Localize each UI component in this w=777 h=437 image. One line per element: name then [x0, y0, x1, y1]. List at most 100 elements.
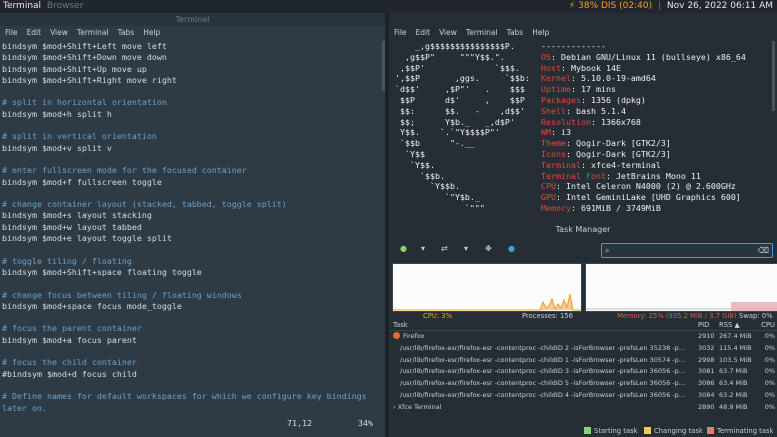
battery-icon: ⚡ — [568, 1, 576, 11]
task-rss: 63.7 MiB — [719, 367, 748, 376]
logo-line: `$$b "-.__ — [395, 138, 475, 149]
info-value: 1366x768 — [600, 116, 641, 127]
code-line: bindsym $mod+h split h — [2, 108, 112, 119]
search-field[interactable]: ⌕ ⌫ — [601, 243, 773, 258]
menu-item-view[interactable]: View — [50, 28, 68, 37]
debian-logo-ascii: _,g$$$$$$$$$$$$$$$P. ,g$$P" """Y$$.". ,$… — [395, 41, 530, 214]
search-input[interactable] — [616, 245, 746, 256]
menu-item-help[interactable]: Help — [532, 28, 549, 37]
info-row: GPU: Intel GeminiLake [UHD Graphics 600] — [541, 192, 746, 203]
info-row: Terminal Font: JetBrains Mono 11 — [541, 171, 746, 182]
code-line: bindsym $mod+Shift+Down move down — [2, 52, 167, 63]
legend-swatch — [707, 427, 714, 434]
logo-line: $$P d$' , $$P — [395, 94, 525, 105]
search-icon: ⌕ — [605, 246, 610, 255]
legend-label: Terminating task — [717, 427, 774, 435]
table-row[interactable]: /usr/lib/firefox-esr/firefox-esr -conten… — [389, 355, 777, 367]
crosshair-icon[interactable]: ✥ — [485, 244, 492, 253]
info-colon: : — [570, 202, 581, 213]
menu-item-file[interactable]: File — [394, 28, 407, 37]
info-row: CPU: Intel Celeron N4000 (2) @ 2.600GHz — [541, 181, 746, 192]
menu-item-terminal[interactable]: Terminal — [77, 28, 109, 37]
task-cpu: 0% — [764, 367, 775, 376]
table-row[interactable]: /usr/lib/firefox-esr/firefox-esr -conten… — [389, 366, 777, 378]
code-line: bindsym $mod+Shift+Right move right — [2, 74, 177, 85]
terminal-text[interactable]: bindsym $mod+Shift+Left move left bindsym… — [2, 41, 382, 414]
menu-item-edit[interactable]: Edit — [27, 28, 42, 37]
menu-item-file[interactable]: File — [5, 28, 18, 37]
table-row[interactable]: Firefox 2910 267.4 MiB 0% — [389, 331, 777, 343]
task-name: /usr/lib/firefox-esr/firefox-esr -conten… — [400, 343, 696, 355]
memory-graph-plot — [586, 302, 777, 311]
info-icon[interactable]: ● — [508, 244, 515, 253]
info-value: 5.10.0-19-amd64 — [580, 73, 656, 84]
comment-line: # split in vertical orientation — [2, 131, 157, 142]
info-key: Icons — [541, 148, 566, 159]
info-row: Resolution: 1366x768 — [541, 117, 746, 128]
menu-item-tabs[interactable]: Tabs — [118, 28, 135, 37]
column-cpu[interactable]: CPU — [761, 321, 775, 330]
table-row[interactable]: /usr/lib/firefox-esr/firefox-esr -conten… — [389, 390, 777, 402]
code-line: #bindsym $mod+d focus child — [2, 368, 137, 379]
window-tab-browser[interactable]: Browser — [47, 1, 83, 11]
column-pid[interactable]: PID — [698, 321, 709, 330]
menu-item-view[interactable]: View — [439, 28, 457, 37]
task-cpu: 0% — [764, 355, 775, 364]
info-key: Packages — [541, 94, 581, 105]
scroll-percent: 34% — [358, 418, 373, 428]
table-row[interactable]: › Xfce Terminal 2890 48.9 MiB 0% — [389, 402, 777, 414]
comment-line: # focus the child container — [2, 357, 137, 368]
code-line: bindsym $mod+space focus mode_toggle — [2, 300, 182, 311]
column-rss[interactable]: RSS ▲ — [719, 321, 740, 330]
window-list: Terminal Browser — [3, 0, 83, 13]
info-key: OS — [541, 51, 551, 62]
task-pid: 3032 — [698, 343, 715, 352]
sort-icon[interactable]: ⇄ — [441, 244, 448, 253]
info-colon: : — [580, 159, 591, 170]
menu-item-tabs[interactable]: Tabs — [507, 28, 524, 37]
table-row[interactable]: /usr/lib/firefox-esr/firefox-esr -conten… — [389, 343, 777, 355]
menu-item-edit[interactable]: Edit — [416, 28, 431, 37]
clear-icon[interactable]: ⌫ — [758, 244, 769, 257]
task-pid: 3081 — [698, 367, 715, 376]
scrollbar[interactable] — [772, 41, 775, 111]
info-value: xfce4-terminal — [590, 159, 661, 170]
process-rows: Firefox 2910 267.4 MiB 0% /usr/lib/firefox-e… — [389, 331, 777, 414]
info-row: Shell: bash 5.1.4 — [541, 106, 746, 117]
settings-icon[interactable]: ● — [400, 244, 407, 253]
task-label: Xfce Terminal — [397, 402, 442, 411]
table-row[interactable]: /usr/lib/firefox-esr/firefox-esr -conten… — [389, 378, 777, 390]
task-cpu: 0% — [764, 390, 775, 399]
info-row: Terminal: xfce4-terminal — [541, 160, 746, 171]
toolbar: ● ▾ ⇄ ▾ ✥ ● ⌕ ⌫ — [389, 240, 777, 258]
task-label: /usr/lib/firefox-esr/firefox-esr -conten… — [400, 367, 685, 376]
task-cpu: 0% — [764, 343, 775, 352]
info-colon: : — [565, 138, 576, 149]
dropdown-icon[interactable]: ▾ — [464, 244, 468, 253]
dropdown-icon[interactable]: ▾ — [421, 244, 425, 253]
info-value: 17 mins — [580, 84, 616, 95]
neofetch-info: ------------- OS: Debian GNU/Linux 11 (bu… — [541, 41, 746, 214]
info-colon: : — [565, 148, 576, 159]
info-value: Intel Celeron N4000 (2) @ 2.600GHz — [566, 181, 736, 192]
logo-line: `$$b. — [395, 170, 445, 181]
info-colon: : — [556, 192, 566, 203]
stats-bar: CPU: 3% Processes: 156 Memory: 25% (935.… — [389, 311, 777, 321]
logo-line: `d$$' ,$P"' . $$$ — [395, 84, 525, 95]
info-row: Icons: Qogir-Dark [GTK2/3] — [541, 149, 746, 160]
column-task[interactable]: Task — [393, 321, 696, 330]
legend-label: Changing task — [654, 427, 703, 435]
task-name: /usr/lib/firefox-esr/firefox-esr -conten… — [400, 390, 696, 402]
menu-item-terminal[interactable]: Terminal — [466, 28, 498, 37]
info-colon: : — [551, 51, 561, 62]
info-key: Memory — [541, 202, 571, 213]
info-key: Terminal — [541, 159, 581, 170]
task-manager-window: Task Manager ● ▾ ⇄ ▾ ✥ ● ⌕ ⌫ CPU: 3% Pro… — [389, 223, 777, 437]
task-name: /usr/lib/firefox-esr/firefox-esr -conten… — [400, 366, 696, 378]
info-row: OS: Debian GNU/Linux 11 (bullseye) x86_6… — [541, 52, 746, 63]
window-tab-terminal[interactable]: Terminal — [3, 1, 41, 11]
menu-item-help[interactable]: Help — [143, 28, 160, 37]
info-value: Qogir-Dark [GTK2/3] — [575, 148, 671, 159]
